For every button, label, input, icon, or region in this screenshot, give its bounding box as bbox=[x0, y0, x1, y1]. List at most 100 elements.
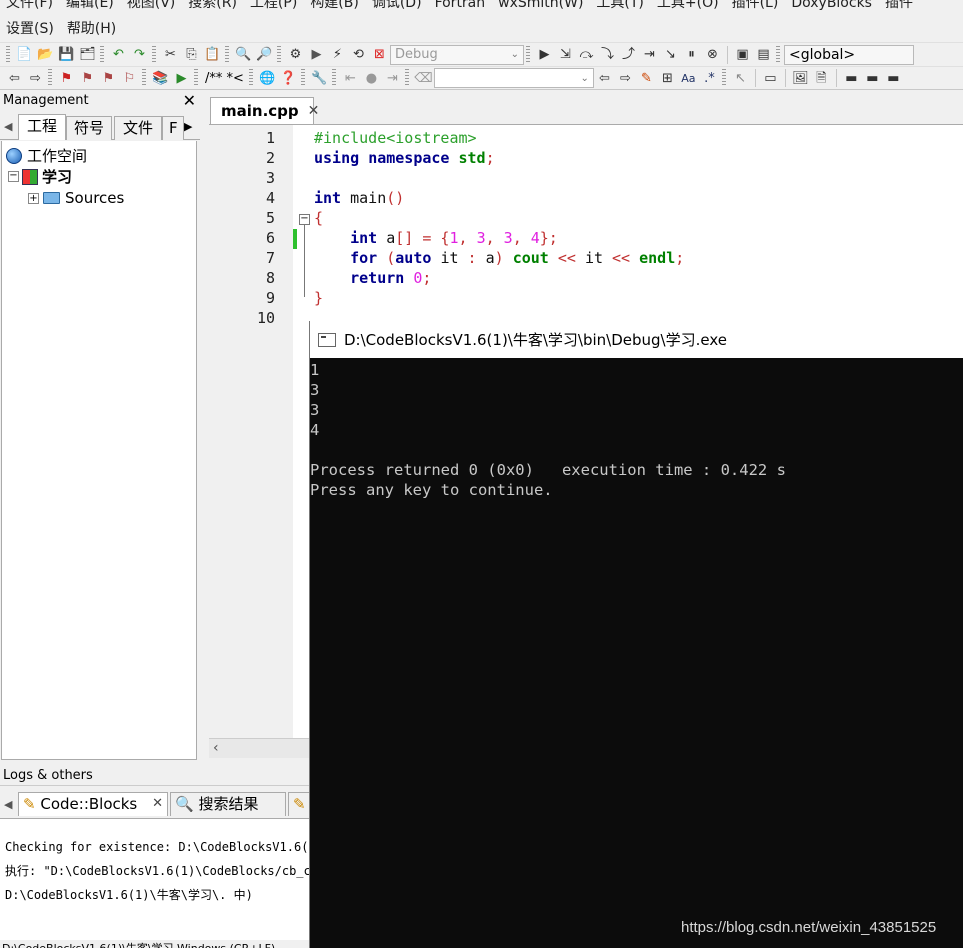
back-arrow-icon[interactable]: ⇦ bbox=[4, 68, 25, 88]
build-and-run-icon[interactable]: ⚡ bbox=[327, 45, 348, 65]
clear-search-icon[interactable]: ⌫ bbox=[413, 68, 434, 88]
panel-tool-3-icon[interactable]: ▬ bbox=[883, 68, 904, 88]
tab-scroll-left-icon[interactable]: ◀ bbox=[4, 120, 12, 133]
expand-toggle-icon[interactable]: + bbox=[28, 192, 39, 204]
close-icon[interactable]: ✕ bbox=[308, 103, 320, 119]
scroll-left-icon[interactable]: ‹ bbox=[213, 740, 219, 756]
open-file-icon[interactable]: 📂 bbox=[35, 45, 56, 65]
menu-edit[interactable]: 编辑(E) bbox=[60, 0, 121, 17]
tab-codeblocks-log[interactable]: ✎ Code::Blocks ✕ bbox=[18, 792, 168, 816]
jump-forward-icon[interactable]: ⇥ bbox=[382, 68, 403, 88]
menu-build[interactable]: 构建(B) bbox=[304, 0, 366, 17]
menu-wxsmith[interactable]: wxSmith(W) bbox=[492, 0, 590, 17]
tab-fsymbols[interactable]: F bbox=[162, 116, 184, 140]
comment-block-button[interactable]: /** *< bbox=[202, 71, 247, 86]
search-next-icon[interactable]: ⇨ bbox=[615, 68, 636, 88]
panel-tool-icon[interactable]: ▬ bbox=[841, 68, 862, 88]
cut-icon[interactable]: ✂ bbox=[160, 45, 181, 65]
html-help-icon[interactable]: 🌐 bbox=[257, 68, 278, 88]
menu-settings[interactable]: 设置(S) bbox=[0, 22, 61, 43]
menu-fortran[interactable]: Fortran bbox=[429, 0, 493, 17]
toolbar-grip[interactable] bbox=[277, 45, 281, 64]
step-out-icon[interactable]: ⤴ bbox=[618, 45, 639, 65]
incremental-search-input[interactable]: ⌄ bbox=[433, 68, 594, 88]
toolbar-grip[interactable] bbox=[225, 45, 229, 64]
new-file-icon[interactable]: 📄 bbox=[14, 45, 35, 65]
toolbar-grip[interactable] bbox=[152, 45, 156, 64]
image-tool-icon[interactable]: 🖼 bbox=[790, 68, 811, 88]
toolbar-grip[interactable] bbox=[331, 69, 336, 87]
tab-search-results[interactable]: 🔍 搜索结果 bbox=[170, 792, 286, 816]
build-gear-icon[interactable]: ⚙ bbox=[285, 45, 306, 65]
fold-toggle-icon[interactable]: − bbox=[299, 214, 310, 225]
prev-bookmark-icon[interactable]: ⚑ bbox=[77, 68, 98, 88]
abort-icon[interactable]: ⊠ bbox=[369, 45, 390, 65]
console-title-bar[interactable]: D:\CodeBlocksV1.6(1)\牛客\学习\bin\Debug\学习.… bbox=[310, 321, 963, 358]
menu-plugins-2[interactable]: 插件 bbox=[879, 0, 920, 17]
selection-only-icon[interactable]: ⊞ bbox=[657, 68, 678, 88]
regex-icon[interactable]: .* bbox=[699, 68, 720, 88]
debug-run-icon[interactable]: ▶ bbox=[534, 45, 555, 65]
console-window[interactable]: D:\CodeBlocksV1.6(1)\牛客\学习\bin\Debug\学习.… bbox=[309, 321, 963, 948]
clear-bookmarks-icon[interactable]: ⚐ bbox=[119, 68, 140, 88]
redo-icon[interactable]: ↷ bbox=[129, 45, 150, 65]
tab-scroll-right-icon[interactable]: ▶ bbox=[184, 120, 192, 133]
copy-icon[interactable]: ⎘ bbox=[181, 45, 202, 65]
static-box-icon[interactable]: 🗎 bbox=[811, 68, 832, 88]
toolbar-grip[interactable] bbox=[404, 69, 409, 87]
tab-scroll-left-icon[interactable]: ◀ bbox=[4, 798, 12, 811]
run-icon[interactable]: ▶ bbox=[306, 45, 327, 65]
toolbar-grip[interactable] bbox=[300, 69, 305, 87]
menu-tools-plus[interactable]: 工具+(O) bbox=[651, 0, 726, 17]
toolbar-grip[interactable] bbox=[48, 69, 52, 87]
scope-select[interactable]: <global> bbox=[784, 44, 914, 65]
search-prev-icon[interactable]: ⇦ bbox=[594, 68, 615, 88]
editor-horizontal-scrollbar[interactable]: ‹ bbox=[209, 738, 309, 758]
build-target-select[interactable]: Debug ⌄ bbox=[390, 44, 524, 65]
editor-tab-main-cpp[interactable]: main.cpp ✕ bbox=[210, 97, 319, 124]
step-into-icon[interactable]: ⤵ bbox=[597, 45, 618, 65]
toolbar-grip[interactable] bbox=[194, 69, 198, 87]
tab-build-log[interactable]: ✎ bbox=[288, 792, 310, 816]
save-icon[interactable]: 💾 bbox=[56, 45, 77, 65]
debug-windows-icon[interactable]: ▣ bbox=[732, 45, 753, 65]
chm-help-icon[interactable]: ❓ bbox=[278, 68, 299, 88]
rebuild-icon[interactable]: ⟲ bbox=[348, 45, 369, 65]
tab-files[interactable]: 文件 bbox=[114, 116, 162, 140]
next-line-icon[interactable]: ⤼ bbox=[576, 45, 597, 65]
save-all-icon[interactable]: 🗂 bbox=[77, 45, 98, 65]
collapse-toggle-icon[interactable]: − bbox=[8, 171, 19, 182]
toolbar-grip[interactable] bbox=[142, 69, 146, 87]
close-icon[interactable]: ✕ bbox=[152, 793, 163, 815]
menu-tools[interactable]: 工具(T) bbox=[590, 0, 650, 17]
find-icon[interactable]: 🔍 bbox=[233, 45, 254, 65]
tab-projects[interactable]: 工程 bbox=[18, 114, 66, 140]
next-instruction-icon[interactable]: ⇥ bbox=[639, 45, 660, 65]
menu-help[interactable]: 帮助(H) bbox=[61, 22, 123, 43]
tree-sources-folder[interactable]: + Sources bbox=[28, 189, 124, 207]
menu-search[interactable]: 搜索(R) bbox=[182, 0, 244, 17]
stop-icon[interactable]: ⊗ bbox=[702, 45, 723, 65]
forward-arrow-icon[interactable]: ⇨ bbox=[25, 68, 46, 88]
pointer-icon[interactable]: ↖ bbox=[730, 68, 751, 88]
panel-tool-2-icon[interactable]: ▬ bbox=[862, 68, 883, 88]
jump-back-icon[interactable]: ⇤ bbox=[340, 68, 361, 88]
tab-symbols[interactable]: 符号 bbox=[66, 116, 112, 140]
menu-debug[interactable]: 调试(D) bbox=[366, 0, 429, 17]
various-info-icon[interactable]: ▤ bbox=[753, 45, 774, 65]
step-instruction-icon[interactable]: ↘ bbox=[660, 45, 681, 65]
doxy-run-icon[interactable]: ▶ bbox=[171, 68, 192, 88]
menu-view[interactable]: 视图(V) bbox=[121, 0, 183, 17]
paste-icon[interactable]: 📋 bbox=[202, 45, 223, 65]
toolbar-grip[interactable] bbox=[248, 69, 253, 87]
dot-icon[interactable]: ● bbox=[361, 68, 382, 88]
replace-icon[interactable]: 🔎 bbox=[254, 45, 275, 65]
menu-project[interactable]: 工程(P) bbox=[244, 0, 304, 17]
doxy-extract-icon[interactable]: 📚 bbox=[150, 68, 171, 88]
menu-plugins[interactable]: 插件(L) bbox=[726, 0, 786, 17]
close-icon[interactable]: ✕ bbox=[183, 91, 196, 110]
tree-project[interactable]: − 学习 bbox=[8, 166, 72, 187]
highlight-icon[interactable]: ✎ bbox=[636, 68, 657, 88]
toolbar-grip[interactable] bbox=[100, 45, 104, 64]
wrench-icon[interactable]: 🔧 bbox=[309, 68, 330, 88]
